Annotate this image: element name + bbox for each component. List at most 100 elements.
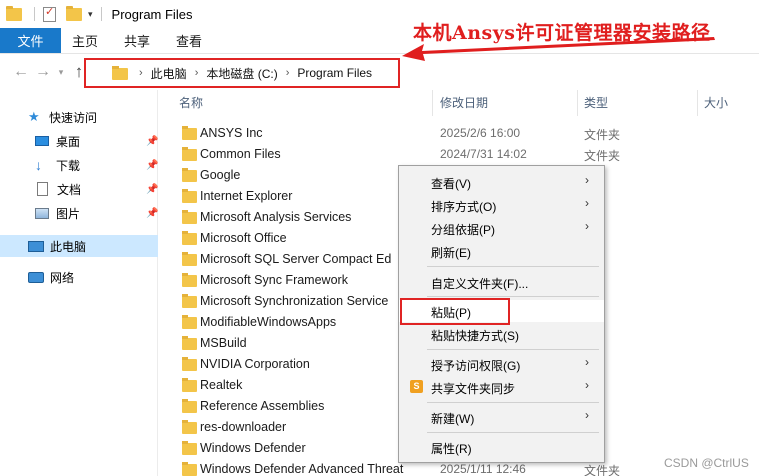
column-header-name[interactable]: 名称 [179, 90, 203, 114]
customize-toolbar-dropdown-icon[interactable]: ▾ [88, 9, 93, 20]
share-sync-icon: S [410, 380, 423, 393]
list-item[interactable]: Common Files 2024/7/31 14:02 文件夹 [159, 144, 759, 165]
tab-home[interactable]: 主页 [61, 28, 111, 53]
pin-icon[interactable]: 📌 [146, 184, 158, 195]
paste-highlight-box [400, 298, 510, 325]
menu-item-paste-shortcut[interactable]: 粘贴快捷方式(S) [399, 323, 604, 345]
chevron-right-icon: › [585, 408, 589, 422]
chevron-right-icon[interactable]: › [139, 67, 143, 79]
folder-icon [182, 399, 197, 413]
folder-icon [6, 5, 22, 21]
pin-icon[interactable]: 📌 [146, 208, 158, 219]
folder-icon [182, 462, 197, 476]
chevron-right-icon: › [585, 378, 589, 392]
folder-icon [182, 294, 197, 308]
pin-icon[interactable]: 📌 [146, 160, 158, 171]
sidebar-item-label: 桌面 [56, 134, 81, 149]
folder-icon [182, 231, 197, 245]
watermark: CSDN @CtrlUS [664, 456, 749, 470]
menu-divider [427, 266, 599, 267]
folder-icon [182, 315, 197, 329]
menu-divider [427, 349, 599, 350]
breadcrumb-local-disk[interactable]: 本地磁盘 (C:) [206, 65, 277, 82]
tab-share[interactable]: 共享 [111, 28, 163, 53]
sidebar-item-this-pc[interactable]: 此电脑 [0, 235, 158, 257]
breadcrumb-this-pc[interactable]: 此电脑 [151, 65, 187, 82]
breadcrumb-program-files[interactable]: Program Files [297, 66, 372, 80]
chevron-right-icon: › [585, 173, 589, 187]
folder-icon [112, 66, 128, 80]
column-header-type[interactable]: 类型 [584, 90, 608, 114]
menu-divider [427, 432, 599, 433]
column-divider[interactable] [577, 90, 578, 116]
new-folder-icon[interactable] [66, 5, 82, 21]
chevron-right-icon[interactable]: › [195, 67, 199, 79]
sidebar-item-label: 此电脑 [50, 239, 87, 254]
tab-view[interactable]: 查看 [163, 28, 215, 53]
menu-item-share-sync[interactable]: S 共享文件夹同步 › [399, 376, 604, 398]
document-icon [37, 182, 48, 196]
pin-icon[interactable]: 📌 [146, 136, 158, 147]
quick-access-toolbar: ▾ [0, 0, 110, 28]
sidebar-item-label: 网络 [50, 270, 75, 285]
star-icon: ★ [28, 109, 40, 124]
menu-item-new[interactable]: 新建(W) › [399, 406, 604, 428]
column-header-size[interactable]: 大小 [704, 90, 728, 114]
chevron-right-icon: › [585, 196, 589, 210]
network-icon [28, 271, 44, 283]
folder-icon [182, 273, 197, 287]
folder-icon [182, 378, 197, 392]
folder-icon [182, 357, 197, 371]
menu-item-sort-by[interactable]: 排序方式(O) › [399, 194, 604, 216]
menu-item-customize-folder[interactable]: 自定义文件夹(F)... [399, 271, 604, 293]
menu-item-give-access[interactable]: 授予访问权限(G) › [399, 353, 604, 375]
sidebar-item-quick-access[interactable]: ★ 快速访问 [28, 106, 97, 128]
sidebar-item-desktop[interactable]: 桌面 📌 [35, 130, 158, 152]
menu-divider [427, 402, 599, 403]
menu-divider [427, 296, 599, 297]
list-item[interactable]: ANSYS Inc 2025/2/6 16:00 文件夹 [159, 123, 759, 144]
tab-file[interactable]: 文件 [0, 28, 61, 53]
column-divider[interactable] [432, 90, 433, 116]
chevron-right-icon: › [585, 219, 589, 233]
download-icon: ↓ [35, 157, 42, 173]
menu-item-properties[interactable]: 属性(R) [399, 436, 604, 458]
annotation-arrow-icon [402, 37, 715, 61]
folder-icon [182, 441, 197, 455]
pictures-icon [35, 207, 49, 219]
sidebar-item-documents[interactable]: 文档 📌 [35, 178, 158, 200]
computer-icon [28, 240, 44, 252]
sidebar-item-label: 快速访问 [49, 110, 98, 125]
address-bar[interactable]: › 此电脑 › 本地磁盘 (C:) › Program Files [84, 58, 400, 88]
desktop-icon [35, 136, 49, 146]
column-divider[interactable] [697, 90, 698, 116]
folder-icon [182, 147, 197, 161]
navigation-pane: ★ 快速访问 桌面 📌 ↓ 下载 📌 文档 📌 图片 📌 此电脑 网络 [0, 90, 158, 476]
menu-item-view[interactable]: 查看(V) › [399, 171, 604, 193]
toolbar-divider [100, 7, 102, 21]
column-header-date[interactable]: 修改日期 [440, 90, 488, 114]
menu-item-refresh[interactable]: 刷新(E) [399, 240, 604, 262]
sidebar-item-label: 图片 [56, 206, 81, 221]
breadcrumb: › 此电脑 › 本地磁盘 (C:) › Program Files [139, 65, 372, 82]
chevron-right-icon: › [585, 355, 589, 369]
menu-item-group-by[interactable]: 分组依据(P) › [399, 217, 604, 239]
folder-icon [182, 252, 197, 266]
window-title: Program Files [111, 6, 193, 22]
folder-icon [182, 336, 197, 350]
sidebar-item-downloads[interactable]: ↓ 下载 📌 [35, 154, 158, 176]
back-arrow-icon[interactable]: ← [10, 63, 32, 81]
folder-icon [182, 168, 197, 182]
sidebar-item-label: 文档 [57, 182, 82, 197]
sidebar-item-label: 下载 [56, 158, 81, 173]
sidebar-item-pictures[interactable]: 图片 📌 [35, 202, 158, 224]
sidebar-item-network[interactable]: 网络 [28, 266, 74, 288]
chevron-right-icon[interactable]: › [286, 67, 290, 79]
recent-locations-chevron-icon[interactable]: ▾ [54, 67, 68, 78]
folder-icon [182, 189, 197, 203]
properties-icon[interactable] [43, 5, 56, 22]
forward-arrow-icon[interactable]: → [32, 63, 54, 81]
folder-icon [182, 210, 197, 224]
folder-icon [182, 126, 197, 140]
toolbar-divider [34, 7, 35, 21]
